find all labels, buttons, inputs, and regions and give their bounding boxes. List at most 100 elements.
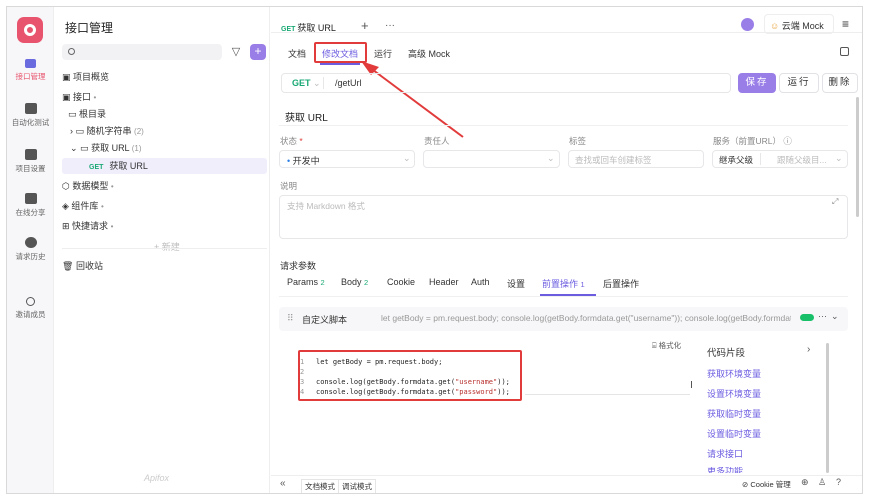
more-icon[interactable]: ··· bbox=[818, 311, 827, 321]
owner-select[interactable] bbox=[423, 150, 560, 168]
tree-label: 回收站 bbox=[75, 261, 103, 271]
label-text: 状态 bbox=[280, 136, 298, 146]
tab-post-actions[interactable]: 后置操作 bbox=[603, 277, 639, 290]
tree-label: 根目录 bbox=[79, 109, 107, 119]
snippet-get-temp[interactable]: 获取临时变量 bbox=[707, 407, 761, 420]
folder-icon: ▭ bbox=[80, 143, 92, 153]
rail-item-invite[interactable]: 邀请成员 bbox=[7, 297, 54, 320]
status-label: 状态 * bbox=[280, 135, 303, 147]
help-icon: ⓘ bbox=[783, 136, 792, 146]
rail-item-settings[interactable]: 项目设置 bbox=[7, 149, 54, 174]
tree-item-overview[interactable]: ▣ 项目概览 bbox=[62, 69, 109, 85]
tree-item-interface[interactable]: ▣ 接口 • bbox=[62, 89, 96, 105]
tab-params[interactable]: Params 2 bbox=[287, 277, 325, 287]
method-tag: GET bbox=[89, 164, 104, 171]
tree-item-get-url-folder[interactable]: ⌄ ▭ 获取 URL (1) bbox=[70, 140, 142, 156]
cookie-manager-button[interactable]: ⊘ Cookie 管理 bbox=[742, 479, 791, 490]
format-label: 格式化 bbox=[658, 341, 682, 350]
rail-item-share[interactable]: 在线分享 bbox=[7, 193, 54, 218]
divider bbox=[760, 153, 761, 165]
doc-mode-button[interactable]: 文档模式 bbox=[301, 479, 339, 493]
tab-header[interactable]: Header bbox=[429, 277, 459, 287]
drag-handle-icon[interactable]: ⠿ bbox=[287, 313, 294, 324]
snippet-get-env[interactable]: 获取环境变量 bbox=[707, 367, 761, 380]
app-window: 接口管理 自动化测试 项目设置 在线分享 请求历史 邀请成员 接口管理 ▽ + bbox=[6, 6, 863, 494]
new-button[interactable]: + 新建 bbox=[154, 240, 180, 253]
api-icon bbox=[25, 59, 36, 68]
chevron-right-icon[interactable]: › bbox=[807, 344, 810, 355]
folder-icon: ▣ bbox=[62, 92, 74, 102]
left-rail: 接口管理 自动化测试 项目设置 在线分享 请求历史 邀请成员 bbox=[7, 7, 54, 493]
rail-item-automation[interactable]: 自动化测试 bbox=[7, 103, 54, 128]
tab-auth[interactable]: Auth bbox=[471, 277, 490, 287]
add-circle-icon[interactable]: ⊕ bbox=[801, 477, 809, 488]
folder-icon: ▭ bbox=[68, 109, 80, 119]
chevron-down-icon: ⌄ bbox=[547, 153, 555, 163]
tree-label: 接口 bbox=[73, 92, 92, 102]
tab-label: Params bbox=[287, 277, 319, 287]
tree-count: (2) bbox=[134, 127, 144, 136]
format-button[interactable]: ⌸ 格式化 bbox=[652, 340, 681, 351]
tab-cookie[interactable]: Cookie bbox=[387, 277, 415, 287]
tree-item-random-string[interactable]: › ▭ 随机字符串 (2) bbox=[70, 123, 144, 139]
env-label: 云端 Mock bbox=[781, 21, 824, 31]
snippets-scrollbar[interactable] bbox=[826, 343, 829, 473]
main-scrollbar[interactable] bbox=[856, 97, 859, 217]
tree-item-root[interactable]: ▭ 根目录 bbox=[68, 106, 106, 122]
snippet-set-env[interactable]: 设置环境变量 bbox=[707, 387, 761, 400]
chevron-down-icon: ⌄ bbox=[403, 153, 411, 163]
tab-settings[interactable]: 设置 bbox=[507, 277, 525, 290]
add-tab-button[interactable]: + bbox=[361, 18, 369, 33]
filter-icon[interactable]: ▽ bbox=[228, 44, 244, 60]
tree-item-data-model[interactable]: ⬡ 数据模型 • bbox=[62, 178, 114, 194]
service-value: 继承父级 bbox=[719, 155, 754, 165]
cookie-label: Cookie 管理 bbox=[750, 480, 791, 489]
tab-get-url[interactable]: GET 获取 URL bbox=[281, 21, 336, 34]
format-icon: ⌸ bbox=[652, 341, 659, 350]
tab-pre-actions[interactable]: 前置操作 1 bbox=[542, 277, 585, 290]
desc-placeholder: 支持 Markdown 格式 bbox=[287, 201, 365, 211]
script-toggle[interactable] bbox=[800, 314, 814, 321]
tab-count: 2 bbox=[364, 278, 369, 287]
divider bbox=[62, 248, 267, 249]
overview-icon: ▣ bbox=[62, 72, 74, 82]
collapse-icon[interactable]: « bbox=[280, 478, 286, 489]
tab-body[interactable]: Body 2 bbox=[341, 277, 368, 287]
add-button[interactable]: + bbox=[250, 44, 266, 60]
tree-search-input[interactable] bbox=[62, 44, 222, 60]
history-icon bbox=[24, 237, 37, 248]
chevron-down-icon: ⌄ bbox=[835, 153, 843, 163]
api-name[interactable]: 获取 URL bbox=[285, 109, 328, 124]
tree-item-quick-request[interactable]: ⊞ 快捷请求 • bbox=[62, 218, 113, 234]
rail-item-history[interactable]: 请求历史 bbox=[7, 237, 54, 262]
expand-icon[interactable]: ⤢ bbox=[832, 197, 838, 207]
tree-item-recycle[interactable]: 🗑 回收站 bbox=[62, 258, 103, 274]
url-input[interactable]: /getUrl bbox=[335, 78, 362, 88]
snippet-set-temp[interactable]: 设置临时变量 bbox=[707, 427, 761, 440]
snippet-request[interactable]: 请求接口 bbox=[707, 447, 743, 460]
chevron-down-icon[interactable]: ⌄ bbox=[831, 311, 839, 322]
debug-mode-button[interactable]: 调试模式 bbox=[338, 479, 376, 493]
shirt-icon[interactable]: ♙ bbox=[818, 477, 826, 488]
tree-label: 组件库 bbox=[71, 201, 99, 211]
status-text: 开发中 bbox=[292, 156, 320, 166]
status-value: • 开发中 bbox=[287, 154, 320, 167]
tag-placeholder: 查找或回车创建标签 bbox=[575, 155, 652, 165]
settings-icon bbox=[24, 149, 37, 160]
subtab-doc[interactable]: 文档 bbox=[288, 47, 306, 60]
snippet-more[interactable]: 更多功能 bbox=[707, 467, 743, 473]
menu-icon[interactable]: ≡ bbox=[842, 17, 849, 31]
tab-count: 1 bbox=[580, 280, 585, 289]
method-select[interactable]: GET ⌄ bbox=[292, 78, 321, 89]
tree-label: 快捷请求 bbox=[72, 221, 109, 231]
help-icon[interactable]: ? bbox=[836, 477, 841, 487]
rail-item-api[interactable]: 接口管理 bbox=[7, 59, 54, 82]
save-button[interactable]: 保存 bbox=[738, 73, 776, 93]
delete-button[interactable]: 删除 bbox=[822, 73, 858, 93]
tree-item-get-url[interactable]: GET 获取 URL bbox=[89, 158, 148, 174]
env-icon[interactable] bbox=[741, 18, 754, 31]
layout-icon[interactable] bbox=[840, 47, 849, 56]
run-button[interactable]: 运行 bbox=[779, 73, 819, 93]
more-tabs-button[interactable]: ··· bbox=[385, 20, 395, 31]
tree-item-component-lib[interactable]: ◈ 组件库 • bbox=[62, 198, 104, 214]
